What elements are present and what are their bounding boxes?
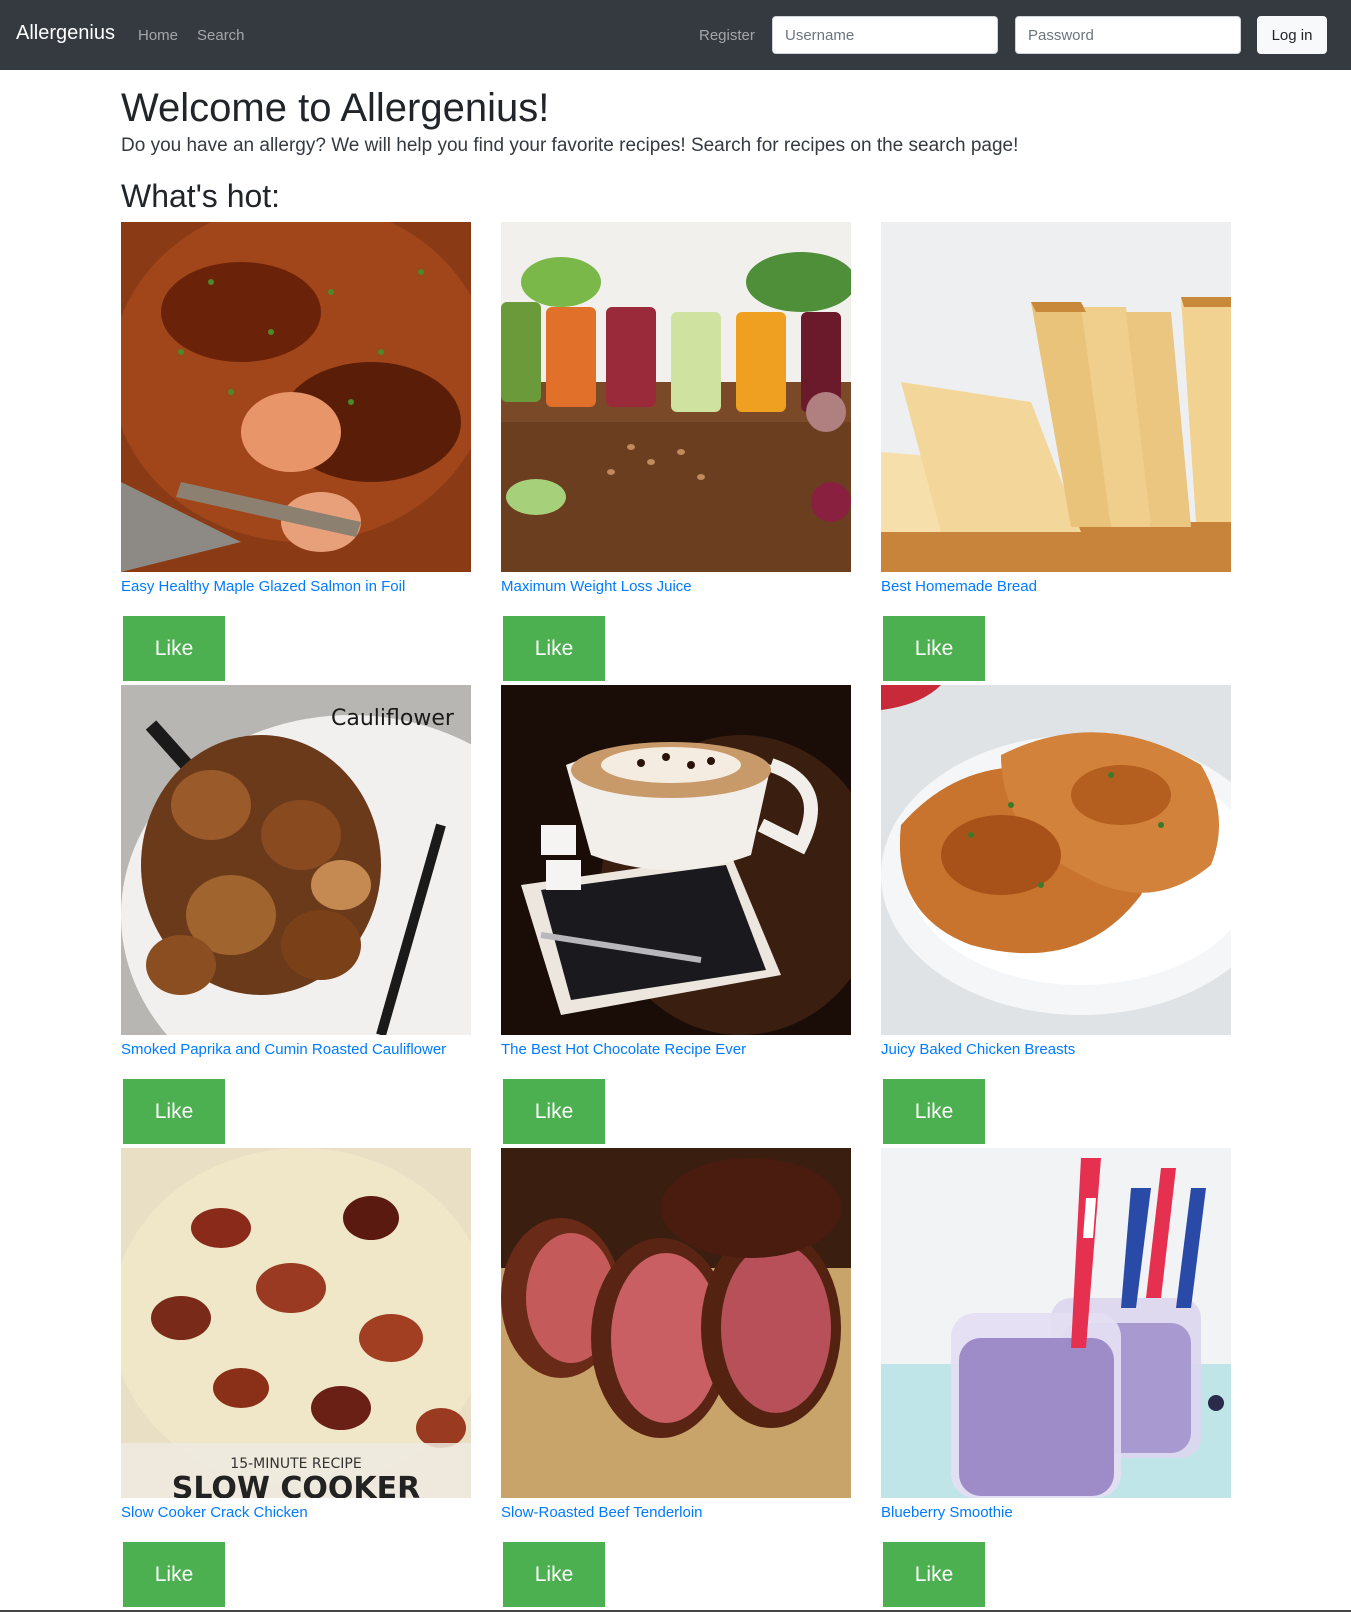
password-input[interactable] xyxy=(1015,16,1241,54)
like-button[interactable]: Like xyxy=(123,616,225,681)
crack-chicken-caption: 15-MINUTE RECIPE xyxy=(230,1456,361,1472)
recipe-link[interactable]: Maximum Weight Loss Juice xyxy=(501,578,692,595)
login-button[interactable]: Log in xyxy=(1257,16,1327,54)
like-button[interactable]: Like xyxy=(883,616,985,681)
recipe-link[interactable]: Blueberry Smoothie xyxy=(881,1504,1013,1521)
cauliflower-caption: Cauliflower xyxy=(331,706,455,731)
like-button[interactable]: Like xyxy=(883,1079,985,1144)
recipe-link[interactable]: Smoked Paprika and Cumin Roasted Caulifl… xyxy=(121,1041,446,1058)
recipe-card: Best Homemade Bread Like xyxy=(881,222,1231,685)
salmon-photo[interactable] xyxy=(121,222,471,572)
like-button[interactable]: Like xyxy=(503,1079,605,1144)
beef-photo[interactable] xyxy=(501,1148,851,1498)
crack-chicken-caption-2: SLOW COOKER xyxy=(172,1471,421,1498)
recipe-card: Slow-Roasted Beef Tenderloin Like xyxy=(501,1148,851,1611)
nav-search-link[interactable]: Search xyxy=(197,27,245,44)
section-title: What's hot: xyxy=(121,178,281,214)
recipe-link[interactable]: The Best Hot Chocolate Recipe Ever xyxy=(501,1041,746,1058)
nav-home-link[interactable]: Home xyxy=(138,27,178,44)
like-button[interactable]: Like xyxy=(503,616,605,681)
like-button[interactable]: Like xyxy=(123,1542,225,1607)
username-input[interactable] xyxy=(772,16,998,54)
recipe-link[interactable]: Slow Cooker Crack Chicken xyxy=(121,1504,308,1521)
recipe-link[interactable]: Juicy Baked Chicken Breasts xyxy=(881,1041,1075,1058)
hot-chocolate-photo[interactable] xyxy=(501,685,851,1035)
recipe-card: The Best Hot Chocolate Recipe Ever Like xyxy=(501,685,851,1148)
chicken-photo[interactable] xyxy=(881,685,1231,1035)
brand-logo[interactable]: Allergenius xyxy=(16,22,115,45)
bread-photo[interactable] xyxy=(881,222,1231,572)
navbar: Allergenius Home Search Register Log in xyxy=(0,0,1351,70)
like-button[interactable]: Like xyxy=(123,1079,225,1144)
recipe-card: Blueberry Smoothie Like xyxy=(881,1148,1231,1611)
recipe-card: Easy Healthy Maple Glazed Salmon in Foil… xyxy=(121,222,471,685)
nav-register-link[interactable]: Register xyxy=(699,27,755,44)
crack-chicken-photo[interactable]: 15-MINUTE RECIPE SLOW COOKER xyxy=(121,1148,471,1498)
recipe-link[interactable]: Slow-Roasted Beef Tenderloin xyxy=(501,1504,703,1521)
recipe-card: 15-MINUTE RECIPE SLOW COOKER Slow Cooker… xyxy=(121,1148,471,1611)
smoothie-photo[interactable] xyxy=(881,1148,1231,1498)
recipe-link[interactable]: Best Homemade Bread xyxy=(881,578,1037,595)
cauliflower-photo[interactable]: Cauliflower xyxy=(121,685,471,1035)
juice-photo[interactable] xyxy=(501,222,851,572)
recipe-card: Cauliflower Smoked Paprika and Cumin Roa… xyxy=(121,685,471,1148)
like-button[interactable]: Like xyxy=(503,1542,605,1607)
like-button[interactable]: Like xyxy=(883,1542,985,1607)
page-title: Welcome to Allergenius! xyxy=(121,86,550,130)
page-lead: Do you have an allergy? We will help you… xyxy=(121,135,1019,156)
recipe-link[interactable]: Easy Healthy Maple Glazed Salmon in Foil xyxy=(121,578,405,595)
recipe-card: Maximum Weight Loss Juice Like xyxy=(501,222,851,685)
recipe-card: Juicy Baked Chicken Breasts Like xyxy=(881,685,1231,1148)
